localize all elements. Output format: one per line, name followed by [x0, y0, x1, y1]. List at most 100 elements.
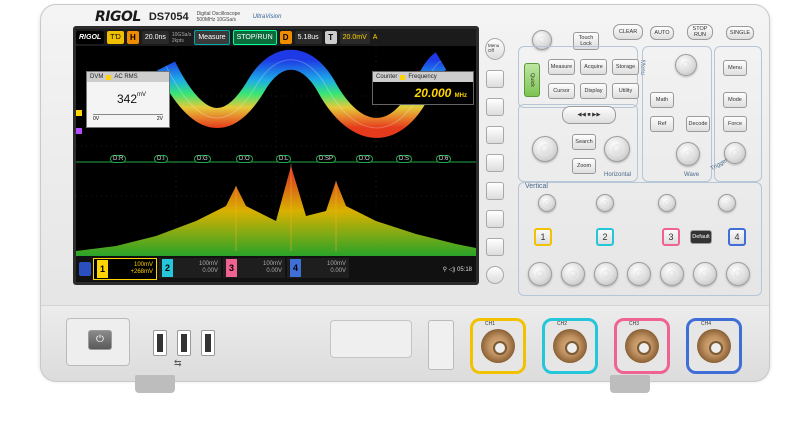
measure-key[interactable]: Measure: [548, 59, 575, 75]
ch3-offset-knob[interactable]: [658, 194, 676, 212]
utility-key[interactable]: Utility: [612, 83, 639, 99]
channel-values: 100mV 0.00V: [240, 261, 282, 275]
ch3-input-label: CH3: [629, 321, 640, 327]
channel-status-bar: 1 100mV +268mV 2 100mV 0.00V 3 100mV 0.00V 4 100mV…: [76, 256, 476, 282]
ch2-button[interactable]: 2: [596, 228, 614, 246]
channel-info-list: 1 100mV +268mV 2 100mV 0.00V 3 100mV 0.00V 4 100mV…: [93, 258, 349, 280]
default-button[interactable]: Default: [690, 230, 712, 244]
power-button[interactable]: ⏻: [88, 330, 112, 350]
brand-header: RIGOL DS7054 Digital Oscilloscope 500MHz …: [95, 8, 281, 26]
status-bar: RIGOL T'D H 20.0ns 10GSa/s 2kpts Measure …: [76, 29, 476, 46]
storage-key[interactable]: Storage: [612, 59, 639, 75]
display-screen[interactable]: RIGOL T'D H 20.0ns 10GSa/s 2kpts Measure …: [73, 26, 479, 285]
channel-values: 100mV 0.00V: [176, 261, 218, 275]
channel-values: 100mV 0.00V: [304, 261, 346, 275]
zoom-key[interactable]: Zoom: [572, 158, 596, 174]
single-button[interactable]: SINGLE: [726, 26, 754, 40]
ch3-position-knob[interactable]: [693, 262, 717, 286]
dvm-panel[interactable]: DVM AC RMS 342mV 0V 2V: [86, 71, 170, 128]
ch4-button[interactable]: 4: [728, 228, 746, 246]
display-key[interactable]: Display: [580, 83, 607, 99]
stop-run-status[interactable]: STOP/RUN: [232, 30, 277, 45]
wave-position-knob[interactable]: [675, 54, 697, 76]
softkey-1[interactable]: [486, 70, 504, 88]
channel-info-3[interactable]: 3 100mV 0.00V: [223, 258, 285, 278]
channel-info-1[interactable]: 1 100mV +268mV: [93, 258, 157, 280]
ref-key[interactable]: Ref: [650, 116, 674, 132]
navigate-buttons[interactable]: ◀◀ ■ ▶▶: [562, 106, 616, 124]
ch1-offset-knob[interactable]: [538, 194, 556, 212]
search-key[interactable]: Search: [572, 134, 596, 150]
ch4-input-label: CH4: [701, 321, 712, 327]
screenshot-button[interactable]: [486, 266, 504, 284]
wave-scale-knob[interactable]: [676, 142, 700, 166]
softkey-7[interactable]: [486, 238, 504, 256]
dvm-scale-bar: [93, 114, 163, 115]
ch1-position-knob[interactable]: [561, 262, 585, 286]
ch3-scale-knob[interactable]: [660, 262, 684, 286]
ch1-input-connector[interactable]: [470, 318, 526, 374]
ch4-input-connector[interactable]: [686, 318, 742, 374]
clear-button[interactable]: CLEAR: [613, 24, 643, 40]
ch4-scale-knob[interactable]: [726, 262, 750, 286]
sample-info: 10GSa/s 2kpts: [171, 31, 192, 44]
auto-button[interactable]: AUTO: [650, 26, 674, 40]
horizontal-position-knob[interactable]: [604, 136, 630, 162]
usb-port-3[interactable]: [201, 330, 215, 356]
cursor-key[interactable]: Cursor: [548, 83, 575, 99]
channel-info-4[interactable]: 4 100mV 0.00V: [287, 258, 349, 278]
home-icon[interactable]: [79, 262, 91, 276]
ch3-input-connector[interactable]: [614, 318, 670, 374]
ground-terminal[interactable]: [428, 320, 454, 370]
softkey-4[interactable]: [486, 154, 504, 172]
trigger-force-key[interactable]: Force: [723, 116, 747, 132]
math-key[interactable]: Math: [650, 92, 674, 108]
channel-offset: 0.00V: [202, 268, 218, 274]
counter-reading: 20.000 MHz: [415, 86, 467, 100]
decode-key[interactable]: Decode: [686, 116, 710, 132]
dvm-scale-min: 0V: [93, 116, 100, 122]
foot-left: [135, 375, 175, 393]
ch1-button[interactable]: 1: [534, 228, 552, 246]
bus-label: D:I: [154, 155, 168, 163]
timebase-value[interactable]: 20.0ns: [141, 31, 169, 44]
ch2-offset-knob[interactable]: [596, 194, 614, 212]
sound-icon[interactable]: ◁): [449, 267, 456, 273]
dvm-scale-max: 2V: [156, 116, 163, 122]
dvm-mode: AC RMS: [114, 74, 138, 80]
ch2-scale-knob[interactable]: [594, 262, 618, 286]
model-number: DS7054: [148, 11, 189, 23]
softkey-5[interactable]: [486, 182, 504, 200]
bus-label: D:O: [236, 155, 253, 163]
menu-off-button[interactable]: Menu Off: [485, 38, 505, 60]
usb-port-2[interactable]: [177, 330, 191, 356]
vertical-label: Vertical: [525, 183, 548, 190]
trigger-menu-key[interactable]: Menu: [723, 60, 747, 76]
trigger-source: A: [372, 34, 378, 41]
horizontal-scale-knob[interactable]: [532, 136, 558, 162]
softkey-6[interactable]: [486, 210, 504, 228]
counter-panel[interactable]: Counter Frequency 20.000 MHz: [372, 71, 474, 105]
quick-button[interactable]: Quick: [524, 63, 540, 97]
delay-value[interactable]: 5.18us: [294, 31, 322, 44]
dvm-channel-indicator: [106, 74, 112, 80]
channel-info-2[interactable]: 2 100mV 0.00V: [159, 258, 221, 278]
ch1-scale-knob[interactable]: [528, 262, 552, 286]
softkey-2[interactable]: [486, 98, 504, 116]
wave-label: Wave: [684, 172, 700, 178]
ch2-position-knob[interactable]: [627, 262, 651, 286]
trigger-level[interactable]: 20.0mV: [339, 31, 370, 44]
bus-label: D:S: [396, 155, 413, 163]
stop-run-button[interactable]: STOP RUN: [687, 24, 713, 40]
acquire-key[interactable]: Acquire: [580, 59, 607, 75]
ch3-button[interactable]: 3: [662, 228, 680, 246]
measure-button[interactable]: Measure: [194, 30, 230, 45]
counter-value: 20.000: [414, 86, 452, 100]
ch2-input-connector[interactable]: [542, 318, 598, 374]
ch4-offset-knob[interactable]: [718, 194, 736, 212]
softkey-3[interactable]: [486, 126, 504, 144]
rigol-logo: RIGOL: [95, 9, 141, 25]
channel-scale: 100mV: [198, 261, 218, 267]
usb-port-1[interactable]: [153, 330, 167, 356]
trigger-mode-key[interactable]: Mode: [723, 92, 747, 108]
